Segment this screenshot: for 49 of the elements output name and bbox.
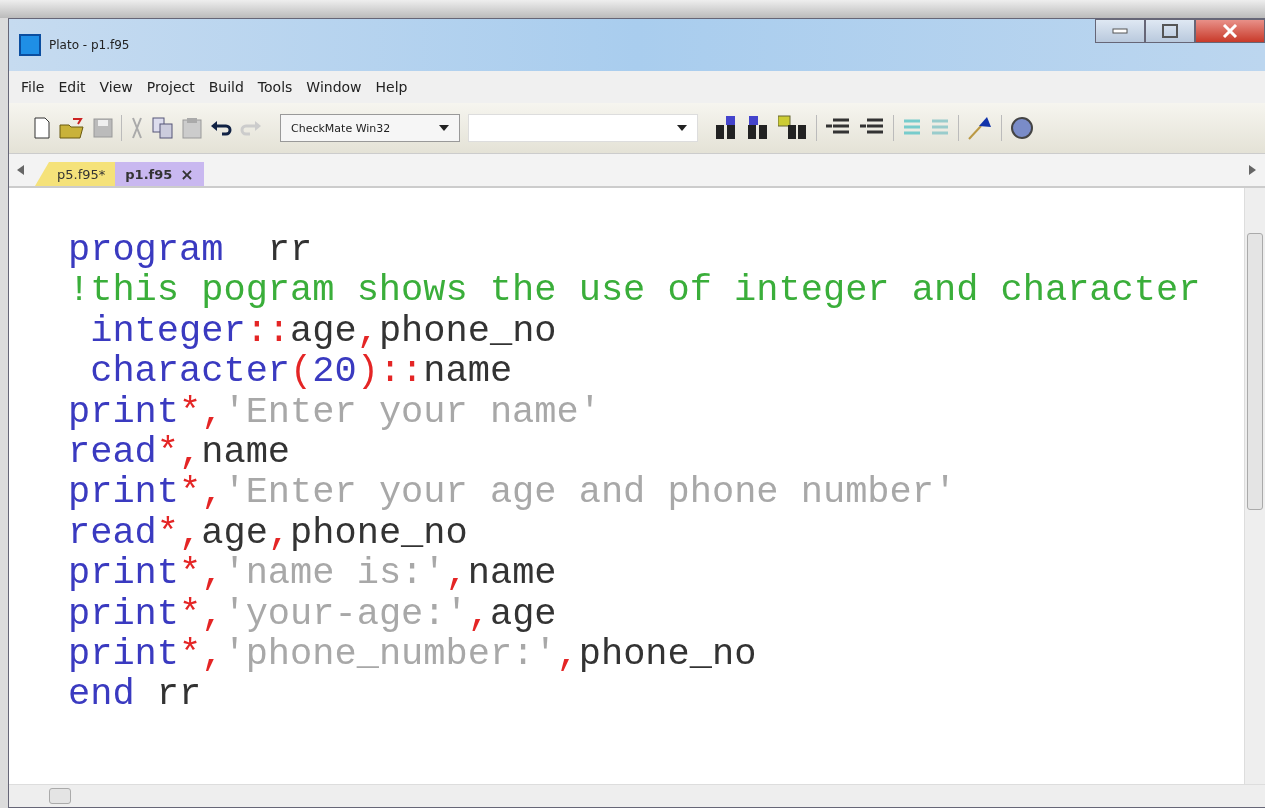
code-line: read*,name — [68, 431, 292, 473]
menu-item[interactable]: File — [21, 77, 45, 97]
undo-icon[interactable] — [210, 120, 232, 136]
menu-item[interactable]: Window — [306, 77, 362, 97]
code-line: character(20)::name — [89, 351, 514, 392]
code-line: end rr — [68, 674, 203, 715]
scroll-left-icon[interactable] — [17, 165, 25, 175]
menu-item[interactable]: Tools — [257, 77, 293, 97]
flag-icon[interactable] — [967, 116, 993, 140]
code-line: print*,'your-age:',age — [68, 593, 558, 634]
code-line: print*,'phone_number:',phone_no — [68, 633, 758, 675]
vertical-scrollbar[interactable] — [1244, 188, 1265, 784]
globe-icon[interactable] — [1010, 116, 1034, 140]
minimize-button[interactable] — [1095, 19, 1145, 43]
code-line: print*,'Enter your age and phone number' — [68, 472, 958, 513]
menu-item[interactable]: Build — [208, 77, 244, 97]
tab-label: p5.f95* — [57, 166, 106, 182]
code-line: !this pogram shows the use of integer and character — [68, 270, 1202, 311]
code-line: read*,age,phone_no — [68, 512, 469, 554]
file-tab[interactable]: p1.f95 × — [115, 162, 204, 186]
code-line: integer::age,phone_no — [89, 310, 558, 352]
minimize-icon — [1112, 28, 1128, 34]
caret-icon — [677, 125, 687, 131]
code-line: print*,'Enter your name' — [68, 391, 602, 432]
scrollbar-thumb[interactable] — [49, 788, 71, 804]
new-file-icon[interactable] — [33, 117, 51, 139]
copy-icon[interactable] — [152, 117, 174, 139]
code-line: print*,'name is:',name — [68, 553, 558, 594]
menu-item[interactable]: Project — [146, 77, 195, 97]
menu-item[interactable]: View — [99, 77, 133, 97]
file-tab[interactable]: p5.f95* — [35, 162, 116, 186]
close-button[interactable] — [1195, 19, 1265, 43]
folder-icon[interactable] — [59, 117, 85, 139]
horizontal-scrollbar[interactable] — [9, 784, 1265, 807]
menu-item[interactable]: Help — [375, 77, 408, 97]
configuration-dropdown[interactable]: CheckMate Win32 — [280, 114, 460, 142]
scroll-right-icon[interactable] — [1249, 165, 1257, 175]
close-tab-button[interactable]: × — [180, 164, 194, 184]
dropdown-field[interactable] — [468, 114, 698, 142]
scrollbar-thumb[interactable] — [1247, 233, 1263, 510]
window-title: Plato - p1.f95 — [49, 38, 131, 52]
menu-item[interactable]: Edit — [58, 77, 86, 97]
maximize-icon — [1162, 24, 1178, 38]
caret-icon — [439, 125, 449, 131]
app-icon — [19, 34, 41, 56]
close-icon — [1222, 24, 1238, 38]
code-line: program rr — [68, 230, 314, 271]
tab-label: p1.f95 — [125, 166, 173, 182]
maximize-button[interactable] — [1145, 19, 1195, 43]
